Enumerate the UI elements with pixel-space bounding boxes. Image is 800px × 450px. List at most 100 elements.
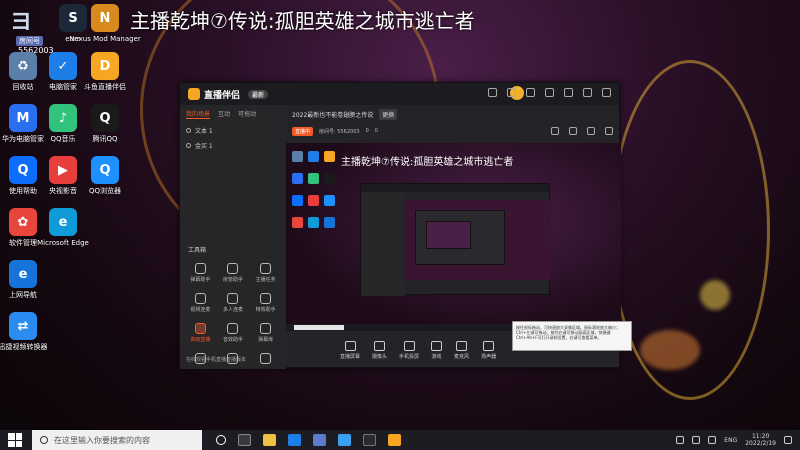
desktop-shortcut-label: 斗鱼直播伴侣	[84, 83, 126, 91]
file-explorer-icon[interactable]	[263, 434, 276, 446]
task-view-icon[interactable]	[238, 434, 251, 446]
desktop-shortcut[interactable]: N Nexus Mod Manager	[69, 4, 141, 43]
eye-icon[interactable]	[186, 143, 191, 148]
message-icon[interactable]	[507, 88, 516, 97]
desktop-shortcut[interactable]: e 上网导航	[0, 260, 56, 299]
record-icon[interactable]	[587, 127, 595, 135]
tool-item[interactable]: 音效助手	[217, 323, 250, 343]
edge-icon: e	[49, 208, 77, 236]
settings-icon[interactable]	[526, 88, 535, 97]
preview-desktop-icon	[292, 151, 303, 162]
desktop: 主播乾坤⑦传说:孤胆英雄之城市逃亡者 ヨ 房间号 5562003 Seam N Ne…	[0, 0, 800, 430]
app-titlebar[interactable]: 直播伴侣 最新	[180, 83, 619, 105]
desktop-shortcut[interactable]: D 斗鱼直播伴侣	[72, 52, 138, 91]
source-control-label: 麦克风	[454, 353, 470, 360]
eye-icon[interactable]	[186, 128, 191, 133]
tool-icon	[227, 263, 239, 274]
source-control-button[interactable]: 麦克风	[454, 340, 470, 360]
search-placeholder: 在这里输入你要搜索的内容	[54, 435, 150, 445]
nexus-mod-manager-icon: N	[91, 4, 119, 32]
qq-browser-task-icon[interactable]	[338, 434, 351, 446]
network-icon[interactable]	[692, 436, 701, 444]
windows-start-icon[interactable]	[8, 433, 22, 447]
tab-interact[interactable]: 互动	[218, 109, 230, 119]
source-control-button[interactable]: 手机投屏	[399, 340, 419, 360]
change-topic-button[interactable]: 更换	[379, 108, 398, 120]
tab-draggable[interactable]: 可拖动	[238, 109, 256, 119]
share-icon[interactable]	[569, 127, 577, 135]
source-control-button[interactable]: 游戏	[431, 340, 443, 360]
left-footer[interactable]: 在线观看手机直播首播版本	[186, 356, 246, 363]
tool-item[interactable]: 视频连麦	[184, 293, 217, 313]
stream-preview[interactable]: 主播乾坤⑦传说:孤胆英雄之城市逃亡者	[286, 143, 621, 331]
preview-desktop-icon	[292, 173, 303, 184]
tool-grid: 弹幕助手 房管助手 主播任务视频连麦 多人连麦 特效助手高级直播 音效助手 弹幕库	[184, 263, 282, 366]
preview-desktop-icon	[324, 217, 335, 228]
toolbox-label: 工具箱	[188, 247, 207, 254]
scene-item[interactable]: 文本 1	[180, 123, 286, 138]
pc-manager-task-icon[interactable]	[288, 434, 301, 446]
douyu-task-icon[interactable]	[388, 434, 401, 446]
tool-item[interactable]: 弹幕库	[249, 323, 282, 343]
version-badge: 最新	[248, 89, 269, 99]
minimize-icon[interactable]	[564, 88, 573, 97]
preview-desktop-icon	[308, 217, 319, 228]
source-control-icon	[344, 340, 356, 351]
menu-icon[interactable]	[545, 88, 554, 97]
tool-icon	[260, 353, 272, 364]
source-control-label: 直播屏幕	[340, 353, 361, 360]
web-nav-icon: e	[9, 260, 37, 288]
preview-title: 主播乾坤⑦传说:孤胆英雄之城市逃亡者	[341, 157, 514, 168]
maximize-icon[interactable]	[583, 88, 592, 97]
desktop-shortcut[interactable]: e Microsoft Edge	[30, 208, 96, 247]
more-icon[interactable]	[605, 127, 613, 135]
taskbar-search[interactable]: 在这里输入你要搜索的内容	[32, 430, 202, 450]
app-task-icon[interactable]	[313, 434, 326, 446]
nested-preview-window	[360, 183, 551, 296]
live-status-badge: 直播中	[292, 126, 314, 136]
tool-icon	[227, 323, 239, 334]
source-control-button[interactable]: 扬声器	[481, 340, 497, 360]
input-language[interactable]: ENG	[724, 437, 737, 444]
source-control-label: 扬声器	[481, 353, 497, 360]
source-control-button[interactable]: 直播屏幕	[340, 340, 361, 360]
video-converter-icon: ⇄	[9, 312, 37, 340]
desktop-shortcut-label: Nexus Mod Manager	[69, 35, 141, 43]
source-control-icon	[431, 340, 443, 351]
close-icon[interactable]	[602, 88, 611, 97]
volume-icon[interactable]	[708, 436, 717, 444]
desktop-shortcut[interactable]: ⇄ 迅捷视频转换器	[0, 312, 56, 351]
desktop-shortcut-label: 迅捷视频转换器	[0, 343, 48, 351]
skin-icon[interactable]	[488, 88, 497, 97]
desktop-shortcut[interactable]: Q 腾讯QQ	[72, 104, 138, 143]
system-tray: ENG 11:20 2022/2/19	[676, 430, 792, 450]
brand-name: 直播伴侣	[204, 90, 241, 101]
tool-item[interactable]: 特效助手	[249, 293, 282, 313]
tab-my-scenes[interactable]: 我的场景	[186, 109, 211, 119]
chevron-up-icon[interactable]	[676, 436, 685, 444]
taskbar: 在这里输入你要搜索的内容 ENG 11:20 2022/2/19	[0, 430, 800, 450]
desktop-shortcut[interactable]: Q QQ浏览器	[72, 156, 138, 195]
tool-item[interactable]	[249, 353, 282, 366]
notification-icon[interactable]	[784, 436, 792, 444]
scene-item[interactable]: 金买 1	[180, 138, 286, 153]
qq-browser-icon: Q	[91, 156, 119, 184]
preview-desktop-icon	[292, 195, 303, 206]
source-control-button[interactable]: 摄像头	[372, 340, 387, 360]
preview-search-box	[294, 325, 344, 330]
room-logo-icon: ヨ	[10, 9, 33, 35]
gift-icon[interactable]	[551, 127, 559, 135]
preview-desktop-icon	[292, 217, 303, 228]
flame-logo-icon	[188, 88, 200, 100]
tool-item[interactable]: 多人连麦	[217, 293, 250, 313]
wallpaper-flower	[640, 330, 700, 370]
tool-item[interactable]: 房管助手	[217, 263, 250, 283]
clock[interactable]: 11:20 2022/2/19	[745, 433, 776, 447]
window-task-icon[interactable]	[363, 434, 376, 446]
cortana-icon[interactable]	[216, 435, 226, 445]
tool-item[interactable]: 主播任务	[249, 263, 282, 283]
preview-desktop-icon	[308, 173, 319, 184]
tool-item[interactable]: 高级直播	[184, 323, 217, 343]
tool-item[interactable]: 弹幕助手	[184, 263, 217, 283]
tool-label: 视频连麦	[190, 307, 211, 313]
